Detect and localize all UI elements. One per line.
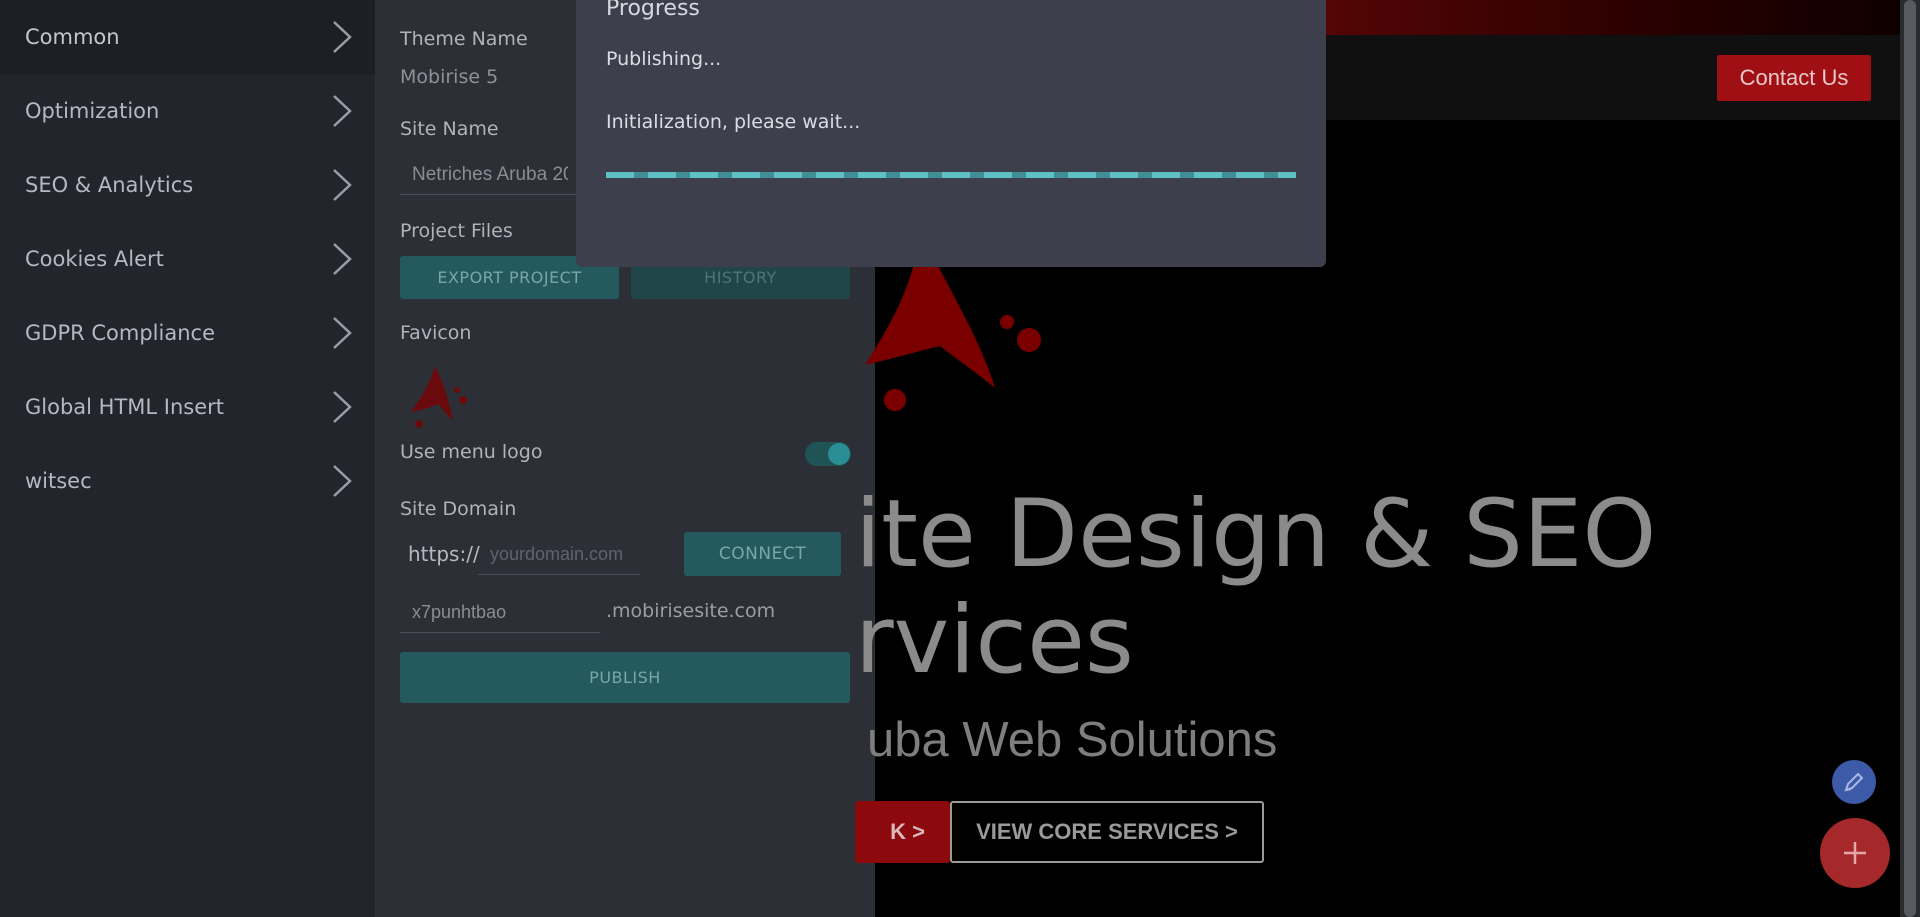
favicon-label: Favicon: [400, 322, 472, 344]
view-core-services-button[interactable]: VIEW CORE SERVICES >: [950, 801, 1264, 863]
theme-name-value: Mobirise 5: [400, 66, 499, 88]
chevron-right-icon: [333, 391, 352, 423]
settings-menu-item-common[interactable]: Common: [0, 0, 375, 74]
favicon-logo-icon[interactable]: [405, 360, 475, 430]
progress-dialog: Progress Publishing... Initialization, p…: [576, 0, 1326, 267]
edit-fab[interactable]: [1832, 760, 1876, 804]
chevron-right-icon: [333, 169, 352, 201]
use-menu-logo-toggle[interactable]: [805, 442, 851, 466]
progress-status: Publishing...: [606, 48, 722, 70]
plus-icon: [1844, 842, 1866, 864]
subdomain-suffix: .mobirisesite.com: [606, 600, 776, 622]
settings-menu-item-label: GDPR Compliance: [25, 321, 215, 345]
hero-subtitle: uba Web Solutions: [867, 713, 1278, 767]
settings-menu-item-seo-analytics[interactable]: SEO & Analytics: [0, 148, 375, 222]
settings-menu-item-label: witsec: [25, 469, 92, 493]
hero-logo-icon: [865, 240, 1045, 420]
hero-title: ite Design & SEO rvices: [855, 480, 1657, 695]
progress-bar: [606, 172, 1296, 178]
site-name-input[interactable]: [400, 155, 580, 195]
theme-name-label: Theme Name: [400, 28, 528, 50]
progress-title: Progress: [606, 0, 700, 21]
settings-menu-item-optimization[interactable]: Optimization: [0, 74, 375, 148]
site-domain-label: Site Domain: [400, 498, 517, 520]
chevron-right-icon: [333, 95, 352, 127]
settings-menu-item-label: Cookies Alert: [25, 247, 164, 271]
chevron-right-icon: [333, 21, 352, 53]
settings-menu-item-label: Optimization: [25, 99, 160, 123]
chevron-right-icon: [333, 465, 352, 497]
settings-menu-item-label: Global HTML Insert: [25, 395, 225, 419]
toggle-knob: [828, 443, 850, 465]
contact-us-button[interactable]: Contact Us: [1717, 55, 1871, 101]
settings-menu-item-label: SEO & Analytics: [25, 173, 194, 197]
add-block-fab[interactable]: [1820, 818, 1890, 888]
progress-bar-fill: [606, 172, 1296, 178]
primary-cta-button[interactable]: K >: [855, 801, 950, 863]
pencil-icon: [1844, 772, 1864, 792]
use-menu-logo-label: Use menu logo: [400, 441, 543, 463]
project-files-label: Project Files: [400, 220, 513, 242]
subdomain-input[interactable]: [400, 593, 600, 633]
chevron-right-icon: [333, 317, 352, 349]
progress-detail: Initialization, please wait...: [606, 111, 861, 133]
scrollbar-thumb[interactable]: [1904, 0, 1916, 917]
settings-menu-item-label: Common: [25, 25, 120, 49]
connect-button[interactable]: CONNECT: [684, 532, 841, 576]
site-name-label: Site Name: [400, 118, 499, 140]
settings-menu-item-witsec[interactable]: witsec: [0, 444, 375, 518]
publish-button[interactable]: PUBLISH: [400, 652, 850, 703]
domain-prefix: https://: [408, 542, 480, 566]
page-scrollbar[interactable]: [1900, 0, 1920, 917]
settings-menu-item-cookies-alert[interactable]: Cookies Alert: [0, 222, 375, 296]
settings-menu-item-global-html-insert[interactable]: Global HTML Insert: [0, 370, 375, 444]
settings-menu: Common Optimization SEO & Analytics Cookies…: [0, 0, 375, 917]
custom-domain-input[interactable]: [478, 535, 640, 575]
chevron-right-icon: [333, 243, 352, 275]
settings-menu-item-gdpr-compliance[interactable]: GDPR Compliance: [0, 296, 375, 370]
